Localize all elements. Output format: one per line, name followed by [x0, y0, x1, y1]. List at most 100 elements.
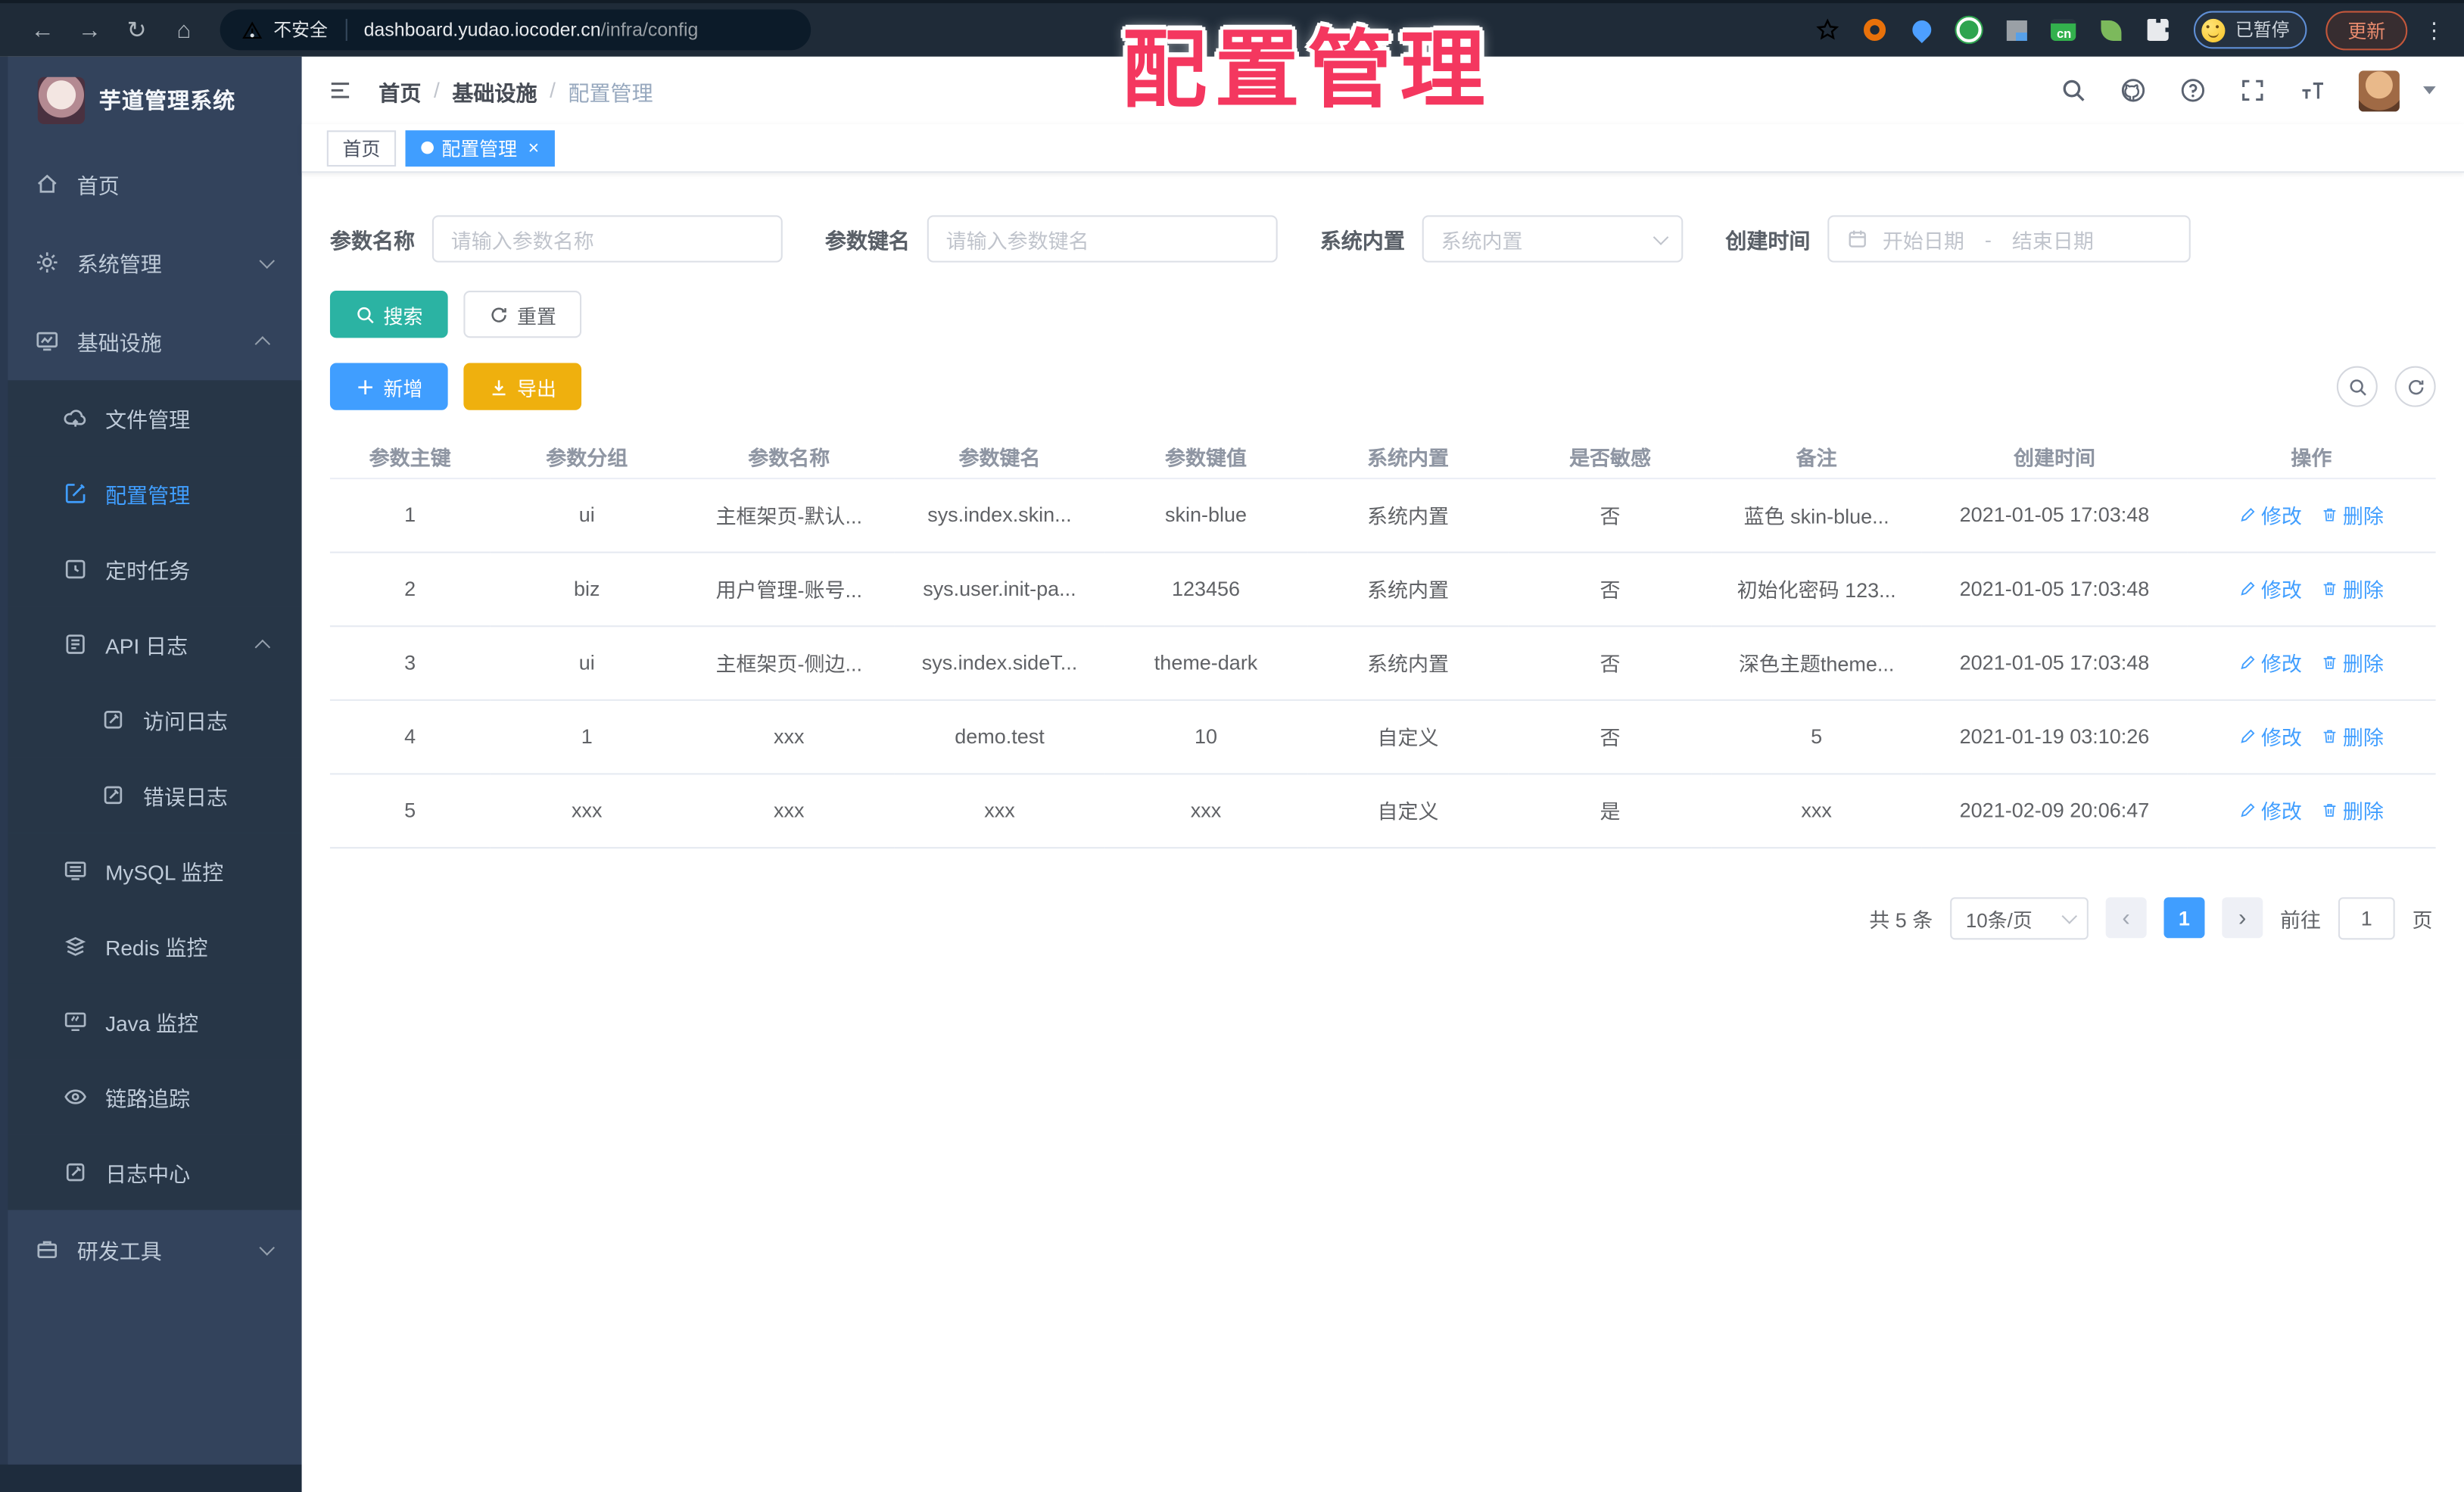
- table-cell: sys.index.sideT...: [894, 625, 1105, 700]
- sidebar-item-研发工具[interactable]: 研发工具: [0, 1210, 302, 1288]
- insecure-warning-icon: [242, 20, 263, 40]
- back-button[interactable]: ←: [19, 17, 66, 43]
- edit-link[interactable]: 修改: [2239, 795, 2302, 824]
- app-logo[interactable]: 芋道管理系统: [0, 57, 302, 145]
- address-bar[interactable]: 不安全 dashboard.yudao.iocoder.cn/infra/con…: [220, 9, 811, 51]
- page-size-select[interactable]: 10条/页: [1950, 896, 2089, 939]
- sidebar-item-文件管理[interactable]: 文件管理: [0, 380, 302, 456]
- page-1-button[interactable]: 1: [2163, 897, 2205, 939]
- tab-config[interactable]: 配置管理 ×: [405, 129, 555, 167]
- breadcrumb-infra[interactable]: 基础设施: [452, 75, 537, 107]
- table-cell: xxx: [894, 773, 1105, 848]
- system-built-in-select[interactable]: 系统内置: [1422, 215, 1684, 263]
- sidebar-item-API 日志[interactable]: API 日志: [0, 606, 302, 682]
- table-cell: demo.test: [894, 699, 1105, 774]
- next-page-button[interactable]: ›: [2222, 897, 2263, 939]
- start-date-placeholder: 开始日期: [1882, 229, 1964, 253]
- sidebar-item-Java 监控[interactable]: Java 监控: [0, 983, 302, 1060]
- sidebar-item-label: Java 监控: [105, 1011, 199, 1036]
- table-cell: 系统内置: [1307, 478, 1509, 553]
- header-search-icon[interactable]: [2060, 77, 2086, 104]
- extension-icon-cn[interactable]: cn: [2050, 16, 2078, 44]
- delete-link[interactable]: 删除: [2321, 795, 2384, 824]
- extension-icon-pin[interactable]: [1908, 16, 1936, 44]
- prev-page-button[interactable]: ‹: [2105, 897, 2147, 939]
- sidebar-item-错误日志[interactable]: 错误日志: [0, 757, 302, 833]
- table-cell: 2021-01-05 17:03:48: [1921, 551, 2188, 627]
- extension-icon-grid[interactable]: [2003, 16, 2031, 44]
- delete-link[interactable]: 删除: [2321, 500, 2384, 529]
- log-center-icon: [63, 1160, 88, 1185]
- devtools-icon: [35, 1237, 60, 1262]
- emoji-icon: [2202, 17, 2226, 42]
- fullscreen-icon[interactable]: [2239, 77, 2266, 104]
- reload-button[interactable]: ↻: [113, 16, 160, 44]
- table-cell: xxx: [684, 699, 895, 774]
- delete-link[interactable]: 删除: [2321, 721, 2384, 751]
- column-header: 系统内置: [1307, 435, 1509, 479]
- help-icon[interactable]: [2179, 77, 2206, 104]
- sidebar-item-系统管理[interactable]: 系统管理: [0, 223, 302, 302]
- delete-link[interactable]: 删除: [2321, 574, 2384, 603]
- actions-cell: 修改 删除: [2187, 551, 2436, 627]
- browser-update-button[interactable]: 更新: [2325, 10, 2408, 50]
- table-cell: 123456: [1104, 551, 1307, 627]
- browser-menu-icon[interactable]: ⋮: [2423, 17, 2445, 43]
- extensions-puzzle-icon[interactable]: [2145, 16, 2173, 44]
- error-log-icon: [101, 783, 126, 808]
- table-cell: xxx: [684, 773, 895, 848]
- goto-page-input[interactable]: 1: [2338, 896, 2395, 939]
- sidebar-item-首页[interactable]: 首页: [0, 145, 302, 223]
- param-name-input[interactable]: 请输入参数名称: [431, 215, 783, 263]
- export-button[interactable]: 导出: [463, 363, 582, 410]
- param-key-input[interactable]: 请输入参数键名: [927, 215, 1278, 263]
- sidebar-item-链路追踪[interactable]: 链路追踪: [0, 1059, 302, 1135]
- close-tab-icon[interactable]: ×: [528, 139, 540, 157]
- table-cell: 2021-01-19 03:10:26: [1921, 699, 2188, 774]
- sidebar-item-日志中心[interactable]: 日志中心: [0, 1134, 302, 1210]
- home-button[interactable]: ⌂: [160, 17, 207, 43]
- sidebar-item-Redis 监控[interactable]: Redis 监控: [0, 908, 302, 984]
- system-built-in-label: 系统内置: [1319, 229, 1405, 254]
- toggle-search-button[interactable]: [2336, 366, 2378, 407]
- sidebar-item-配置管理[interactable]: 配置管理: [0, 456, 302, 531]
- breadcrumb: 首页 / 基础设施 / 配置管理: [378, 75, 653, 107]
- font-size-icon[interactable]: [2299, 77, 2325, 104]
- search-button[interactable]: 搜索: [329, 291, 448, 338]
- reset-button[interactable]: 重置: [463, 291, 582, 338]
- chevron-down-icon: [2061, 908, 2077, 924]
- bookmark-star-icon[interactable]: [1815, 16, 1843, 44]
- extension-paused-badge[interactable]: 已暂停: [2194, 11, 2307, 49]
- breadcrumb-home[interactable]: 首页: [378, 75, 421, 107]
- user-avatar[interactable]: [2358, 70, 2400, 111]
- create-time-range-picker[interactable]: 开始日期 - 结束日期: [1827, 215, 2191, 263]
- sidebar-collapse-icon[interactable]: [327, 79, 354, 102]
- add-button[interactable]: 新增: [329, 363, 448, 410]
- user-menu-caret-icon[interactable]: [2423, 86, 2436, 95]
- table-cell: xxx: [1711, 773, 1922, 848]
- sidebar-item-label: 配置管理: [105, 484, 191, 508]
- table-cell: 系统内置: [1307, 551, 1509, 627]
- edit-link[interactable]: 修改: [2239, 721, 2302, 751]
- extension-icon-green[interactable]: [1955, 16, 1983, 44]
- forward-button[interactable]: →: [66, 17, 113, 43]
- sidebar-item-label: 错误日志: [142, 785, 229, 810]
- edit-link[interactable]: 修改: [2239, 647, 2302, 677]
- extension-icon-leaf[interactable]: [2097, 16, 2125, 44]
- column-header: 是否敏感: [1509, 435, 1712, 479]
- sidebar-item-MySQL 监控[interactable]: MySQL 监控: [0, 833, 302, 908]
- delete-link[interactable]: 删除: [2321, 647, 2384, 677]
- sidebar-item-定时任务[interactable]: 定时任务: [0, 531, 302, 607]
- edit-link[interactable]: 修改: [2239, 500, 2302, 529]
- table-cell: xxx: [1104, 773, 1307, 848]
- edit-link[interactable]: 修改: [2239, 574, 2302, 603]
- sidebar-item-访问日志[interactable]: 访问日志: [0, 681, 302, 758]
- sidebar-item-基础设施[interactable]: 基础设施: [0, 302, 302, 381]
- extension-icon-orange[interactable]: [1861, 16, 1889, 44]
- github-icon[interactable]: [2120, 77, 2146, 104]
- gear-icon: [35, 250, 60, 275]
- refresh-table-button[interactable]: [2394, 366, 2436, 407]
- sidebar-item-label: API 日志: [105, 634, 188, 659]
- tab-home[interactable]: 首页: [326, 129, 397, 167]
- table-cell: xxx: [490, 773, 684, 848]
